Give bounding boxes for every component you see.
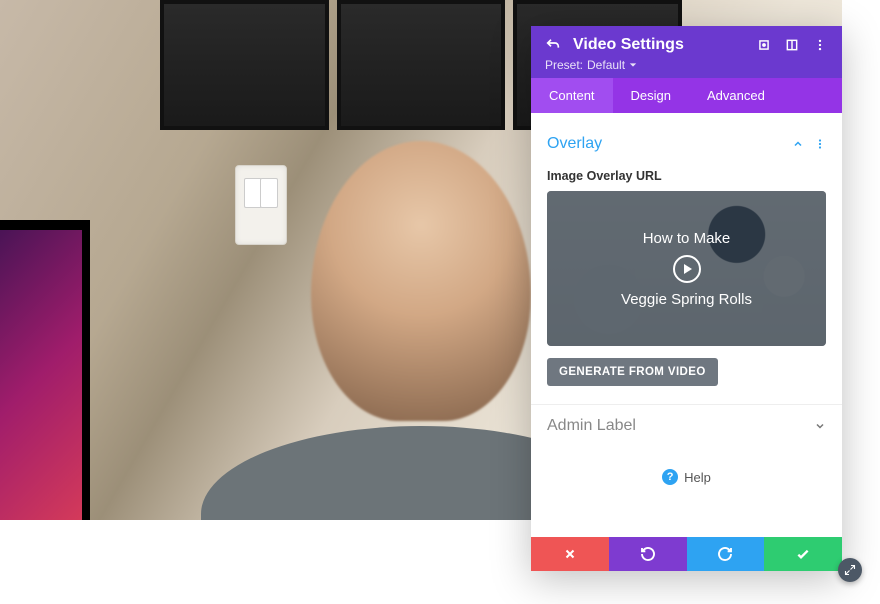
- undo-arrow-icon[interactable]: [545, 37, 561, 53]
- caret-down-icon: [629, 61, 637, 69]
- resize-grip-icon[interactable]: [838, 558, 862, 582]
- section-admin-label-header[interactable]: Admin Label: [547, 405, 826, 447]
- panel-body: Overlay Image Overlay URL How to Make Ve…: [531, 113, 842, 537]
- redo-icon: [717, 546, 733, 562]
- cancel-button[interactable]: [531, 537, 609, 571]
- background-monitor: [0, 220, 90, 520]
- tab-design[interactable]: Design: [613, 78, 689, 113]
- help-icon: ?: [662, 469, 678, 485]
- background-switchplate: [235, 165, 287, 245]
- tab-advanced[interactable]: Advanced: [689, 78, 783, 113]
- redo-button[interactable]: [687, 537, 765, 571]
- play-icon: [673, 255, 701, 283]
- section-overlay-header[interactable]: Overlay: [547, 123, 826, 165]
- columns-icon[interactable]: [784, 37, 800, 53]
- overlay-preview[interactable]: How to Make Veggie Spring Rolls: [547, 191, 826, 346]
- preset-selector[interactable]: Preset: Default: [545, 58, 828, 72]
- help-label: Help: [684, 470, 711, 485]
- tab-content[interactable]: Content: [531, 78, 613, 113]
- image-overlay-url-label: Image Overlay URL: [547, 169, 826, 183]
- help-link[interactable]: ? Help: [547, 447, 826, 507]
- check-icon: [795, 546, 811, 562]
- settings-panel: Video Settings Preset: Default Content D…: [531, 26, 842, 571]
- preset-value: Default: [587, 58, 625, 72]
- panel-header: Video Settings Preset: Default: [531, 26, 842, 78]
- more-vertical-icon[interactable]: [814, 137, 826, 151]
- section-admin-label-title: Admin Label: [547, 417, 814, 435]
- generate-from-video-button[interactable]: GENERATE FROM VIDEO: [547, 358, 718, 386]
- section-overlay-title: Overlay: [547, 135, 792, 153]
- panel-footer: [531, 537, 842, 571]
- overlay-preview-line2: Veggie Spring Rolls: [621, 291, 752, 308]
- reset-button[interactable]: [609, 537, 687, 571]
- chevron-up-icon: [792, 138, 804, 150]
- confirm-button[interactable]: [764, 537, 842, 571]
- reset-icon: [640, 546, 656, 562]
- chevron-down-icon: [814, 420, 826, 432]
- preset-label: Preset:: [545, 58, 583, 72]
- tabs: Content Design Advanced: [531, 78, 842, 113]
- panel-title: Video Settings: [573, 36, 684, 54]
- more-vertical-icon[interactable]: [812, 37, 828, 53]
- overlay-preview-line1: How to Make: [643, 230, 731, 247]
- expand-icon[interactable]: [756, 37, 772, 53]
- close-icon: [563, 547, 577, 561]
